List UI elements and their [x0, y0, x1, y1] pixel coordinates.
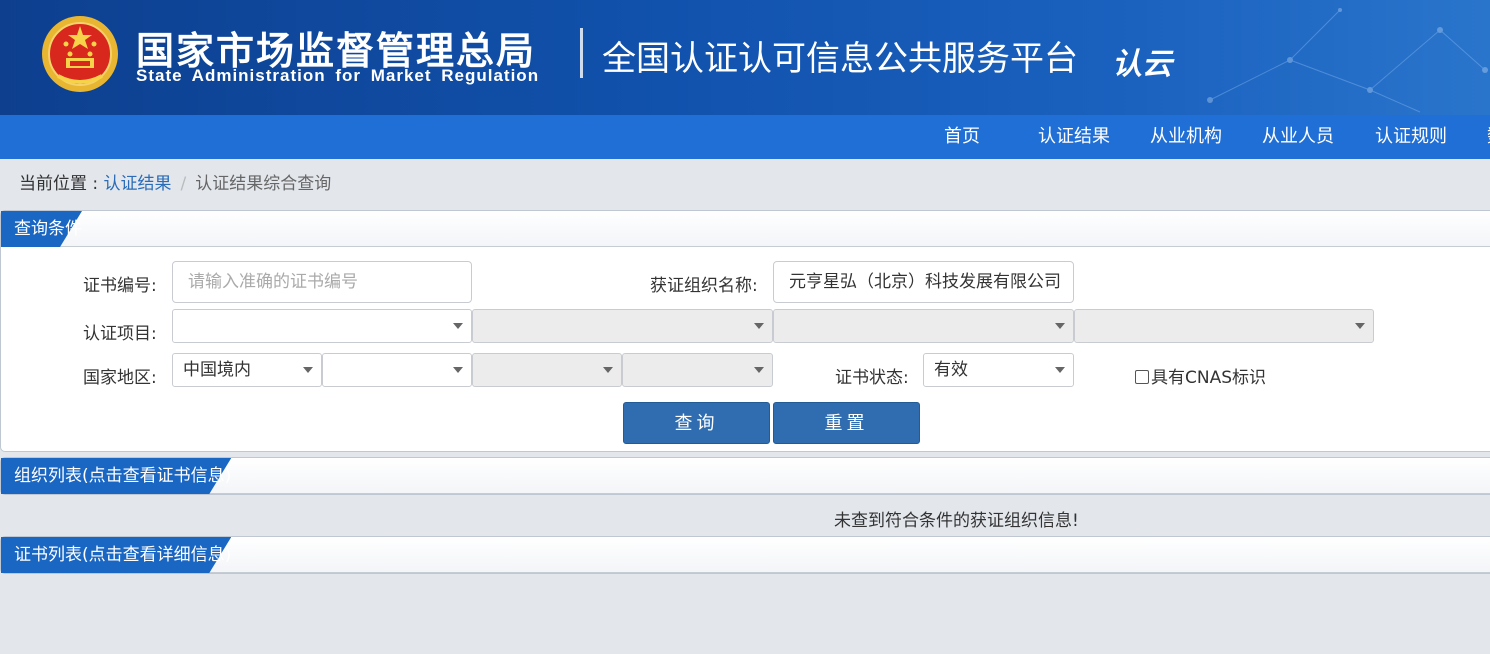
chevron-down-icon [453, 323, 463, 329]
org-name-label: 获证组织名称: [650, 276, 758, 296]
reset-button[interactable]: 重置 [773, 402, 920, 444]
chevron-down-icon [1055, 367, 1065, 373]
tech-network-decoration [1207, 8, 1488, 113]
chevron-down-icon [303, 367, 313, 373]
project-select-3[interactable] [773, 309, 1074, 343]
org-list-panel-title: 组织列表(点击查看证书信息) [1, 458, 231, 494]
nav-item-cert-rules[interactable]: 认证规则 [1375, 115, 1447, 159]
nav-item-practitioners[interactable]: 从业人员 [1262, 115, 1334, 159]
chevron-down-icon [1055, 323, 1065, 329]
region-select-city[interactable] [472, 353, 622, 387]
chevron-down-icon [603, 367, 613, 373]
header-divider [580, 28, 583, 78]
nav-item-cert-results[interactable]: 认证结果 [1038, 115, 1110, 159]
org-name-input[interactable]: 元亨星弘（北京）科技发展有限公司 [773, 261, 1074, 303]
breadcrumb: 当前位置 : 认证结果 / 认证结果综合查询 [19, 169, 331, 194]
cert-no-input[interactable]: 请输入准确的证书编号 [172, 261, 472, 303]
query-panel-title: 查询条件 [1, 211, 82, 247]
chevron-down-icon [1355, 323, 1365, 329]
site-header: 国家市场监督管理总局 State Administration for Mark… [0, 0, 1490, 115]
project-select-1[interactable] [172, 309, 472, 343]
agency-name-en: State Administration for Market Regulati… [136, 66, 540, 85]
chevron-down-icon [453, 367, 463, 373]
national-emblem-icon [42, 16, 118, 92]
nav-item-institutions[interactable]: 从业机构 [1150, 115, 1222, 159]
chevron-down-icon [754, 367, 764, 373]
breadcrumb-label: 当前位置 : [19, 174, 104, 194]
cnas-checkbox[interactable] [1135, 370, 1149, 384]
project-select-4[interactable] [1074, 309, 1374, 343]
status-select[interactable]: 有效 [923, 353, 1074, 387]
main-nav: 首页 认证结果 从业机构 从业人员 认证规则 数 [0, 115, 1490, 159]
cnas-checkbox-wrap: 具有CNAS标识 [1135, 363, 1266, 388]
region-select-province[interactable] [322, 353, 472, 387]
renyun-logo-icon: 认云 [1112, 47, 1175, 82]
logo-char-ren: 认云 [1112, 47, 1175, 82]
region-select-country[interactable]: 中国境内 [172, 353, 322, 387]
status-label: 证书状态: [835, 368, 909, 388]
cert-list-panel: 证书列表(点击查看详细信息) [0, 536, 1490, 574]
cnas-checkbox-label: 具有CNAS标识 [1151, 368, 1267, 388]
query-panel-header [1, 211, 1490, 247]
search-button[interactable]: 查询 [623, 402, 770, 444]
nav-item-home[interactable]: 首页 [944, 115, 980, 159]
chevron-down-icon [754, 323, 764, 329]
cert-list-panel-title: 证书列表(点击查看详细信息) [1, 537, 231, 573]
platform-title: 全国认证认可信息公共服务平台 [602, 39, 1078, 79]
breadcrumb-link-cert-results[interactable]: 认证结果 [104, 174, 172, 194]
query-panel: 查询条件 证书编号: 请输入准确的证书编号 获证组织名称: 元亨星弘（北京）科技… [0, 210, 1490, 452]
project-select-2[interactable] [472, 309, 773, 343]
region-label: 国家地区: [83, 368, 157, 388]
org-list-panel: 组织列表(点击查看证书信息) [0, 457, 1490, 495]
breadcrumb-current: 认证结果综合查询 [195, 174, 332, 194]
org-list-empty-message: 未查到符合条件的获证组织信息! [834, 511, 1079, 531]
cert-no-label: 证书编号: [83, 276, 157, 296]
region-select-district[interactable] [622, 353, 773, 387]
project-label: 认证项目: [83, 324, 157, 344]
breadcrumb-separator: / [180, 174, 187, 194]
